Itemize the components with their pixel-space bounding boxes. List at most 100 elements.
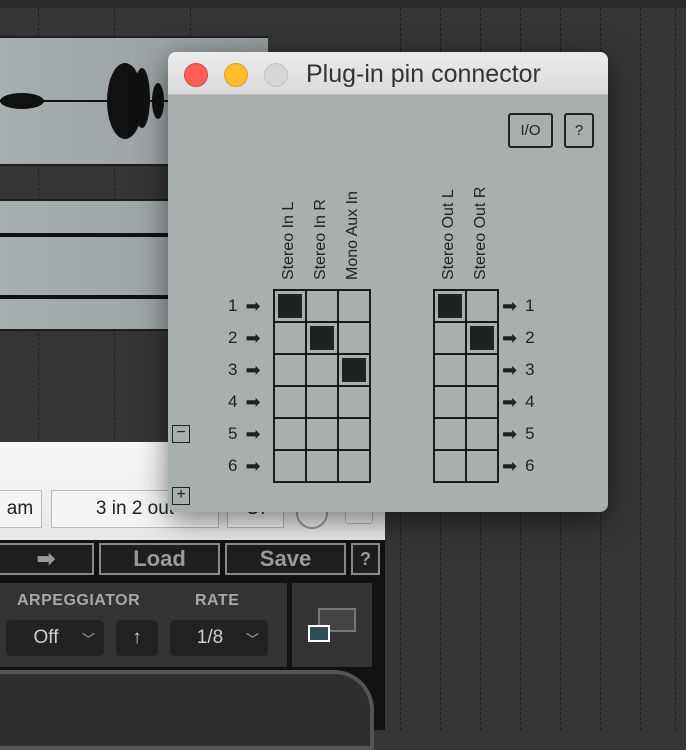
row-label-in: 2 ➡ xyxy=(228,322,261,354)
row-label-out: ➡ 1 xyxy=(502,290,535,322)
pin-cell-in-6-2[interactable] xyxy=(306,450,338,482)
pin-cell-in-5-2[interactable] xyxy=(306,418,338,450)
rate-dropdown[interactable]: 1/8 ﹀ xyxy=(170,620,268,656)
io-button[interactable]: I/O xyxy=(508,113,553,148)
rate-label: RATE xyxy=(195,592,240,609)
pin-cell-in-3-3[interactable] xyxy=(338,354,370,386)
channel-number: 2 xyxy=(525,328,535,347)
output-pin-label: Stereo Out R xyxy=(472,186,489,280)
arrow-right-icon: ➡ xyxy=(245,359,261,380)
pin-cell-out-4-2[interactable] xyxy=(466,386,498,418)
pin-cell-in-4-3[interactable] xyxy=(338,386,370,418)
channel-number: 4 xyxy=(525,392,535,411)
channel-number: 3 xyxy=(525,360,535,379)
minimize-button[interactable] xyxy=(224,63,248,87)
timeline-ruler[interactable] xyxy=(0,0,686,8)
title-bar[interactable]: Plug-in pin connector xyxy=(168,52,608,95)
keyboard-panel xyxy=(0,670,374,750)
chevron-down-icon: ﹀ xyxy=(245,631,259,647)
pin-cell-out-2-2[interactable] xyxy=(466,322,498,354)
pin-cell-out-6-2[interactable] xyxy=(466,450,498,482)
arrow-right-icon: ➡ xyxy=(245,391,261,412)
input-pin-label: Stereo In R xyxy=(312,199,329,280)
row-label-out: ➡ 4 xyxy=(502,386,535,418)
load-button[interactable]: Load xyxy=(99,543,220,575)
add-channel-button[interactable]: + xyxy=(172,487,190,505)
close-button[interactable] xyxy=(184,63,208,87)
channel-number: 5 xyxy=(525,424,535,443)
pin-cell-out-4-1[interactable] xyxy=(434,386,466,418)
arpeggiator-value: Off xyxy=(33,627,59,648)
arrow-right-icon: ➡ xyxy=(245,423,261,444)
pin-cell-out-3-1[interactable] xyxy=(434,354,466,386)
arrow-right-icon: ➡ xyxy=(502,423,518,444)
channel-number: 5 xyxy=(228,424,238,443)
output-pin-label: Stereo Out L xyxy=(440,189,457,280)
channel-number: 3 xyxy=(228,360,238,379)
help-button[interactable]: ? xyxy=(564,113,594,148)
row-label-in: 5 ➡ xyxy=(228,418,261,450)
row-label-out: ➡ 2 xyxy=(502,322,535,354)
pin-connector-dialog: Plug-in pin connector I/O ? Stereo In L S… xyxy=(168,52,608,512)
output-pin-matrix xyxy=(433,289,499,483)
pin-cell-in-6-3[interactable] xyxy=(338,450,370,482)
input-pin-label: Mono Aux In xyxy=(344,191,361,280)
channel-number: 1 xyxy=(228,296,238,315)
arrow-right-icon: ➡ xyxy=(502,327,518,348)
arrow-right-icon: ➡ xyxy=(245,295,261,316)
channel-number: 6 xyxy=(525,456,535,475)
row-label-in: 1 ➡ xyxy=(228,290,261,322)
arrow-right-icon: ➡ xyxy=(245,455,261,476)
chevron-down-icon: ﹀ xyxy=(81,631,95,647)
dialog-title: Plug-in pin connector xyxy=(306,60,541,88)
input-pin-label: Stereo In L xyxy=(280,201,297,280)
pin-cell-in-4-2[interactable] xyxy=(306,386,338,418)
pin-cell-in-4-1[interactable] xyxy=(274,386,306,418)
remove-channel-button[interactable]: − xyxy=(172,425,190,443)
zoom-button[interactable] xyxy=(264,63,288,87)
arpeggiator-label: ARPEGGIATOR xyxy=(17,592,141,609)
pin-cell-out-1-2[interactable] xyxy=(466,290,498,322)
pin-cell-out-5-2[interactable] xyxy=(466,418,498,450)
channel-number: 6 xyxy=(228,456,238,475)
arpeggiator-dropdown[interactable]: Off ﹀ xyxy=(6,620,104,656)
help-button[interactable]: ? xyxy=(351,543,380,575)
pin-cell-out-1-1[interactable] xyxy=(434,290,466,322)
rate-value: 1/8 xyxy=(196,627,224,648)
row-label-out: ➡ 5 xyxy=(502,418,535,450)
pin-cell-in-1-3[interactable] xyxy=(338,290,370,322)
direction-button[interactable]: ↑ xyxy=(116,620,158,656)
row-label-in: 3 ➡ xyxy=(228,354,261,386)
pin-cell-out-2-1[interactable] xyxy=(434,322,466,354)
pin-cell-in-1-2[interactable] xyxy=(306,290,338,322)
window-view-icon[interactable] xyxy=(308,608,356,642)
row-label-in: 4 ➡ xyxy=(228,386,261,418)
pin-cell-out-3-2[interactable] xyxy=(466,354,498,386)
input-pin-matrix xyxy=(273,289,371,483)
arrow-right-icon: ➡ xyxy=(502,455,518,476)
row-label-out: ➡ 6 xyxy=(502,450,535,482)
pin-cell-out-5-1[interactable] xyxy=(434,418,466,450)
pin-cell-in-2-2[interactable] xyxy=(306,322,338,354)
pin-cell-in-3-2[interactable] xyxy=(306,354,338,386)
pin-cell-in-2-3[interactable] xyxy=(338,322,370,354)
channel-number: 2 xyxy=(228,328,238,347)
row-label-in: 6 ➡ xyxy=(228,450,261,482)
pin-cell-in-5-1[interactable] xyxy=(274,418,306,450)
pin-cell-in-1-1[interactable] xyxy=(274,290,306,322)
pin-cell-in-5-3[interactable] xyxy=(338,418,370,450)
pin-cell-in-2-1[interactable] xyxy=(274,322,306,354)
arrow-right-icon: ➡ xyxy=(502,359,518,380)
arrow-right-icon: ➡ xyxy=(245,327,261,348)
pin-cell-in-3-1[interactable] xyxy=(274,354,306,386)
preset-field[interactable]: am xyxy=(0,490,42,528)
save-button[interactable]: Save xyxy=(225,543,346,575)
next-preset-button[interactable]: ➡ xyxy=(0,543,94,575)
pin-cell-out-6-1[interactable] xyxy=(434,450,466,482)
arrow-right-icon: ➡ xyxy=(502,295,518,316)
channel-number: 1 xyxy=(525,296,535,315)
row-label-out: ➡ 3 xyxy=(502,354,535,386)
arrow-right-icon: ➡ xyxy=(502,391,518,412)
pin-cell-in-6-1[interactable] xyxy=(274,450,306,482)
channel-number: 4 xyxy=(228,392,238,411)
